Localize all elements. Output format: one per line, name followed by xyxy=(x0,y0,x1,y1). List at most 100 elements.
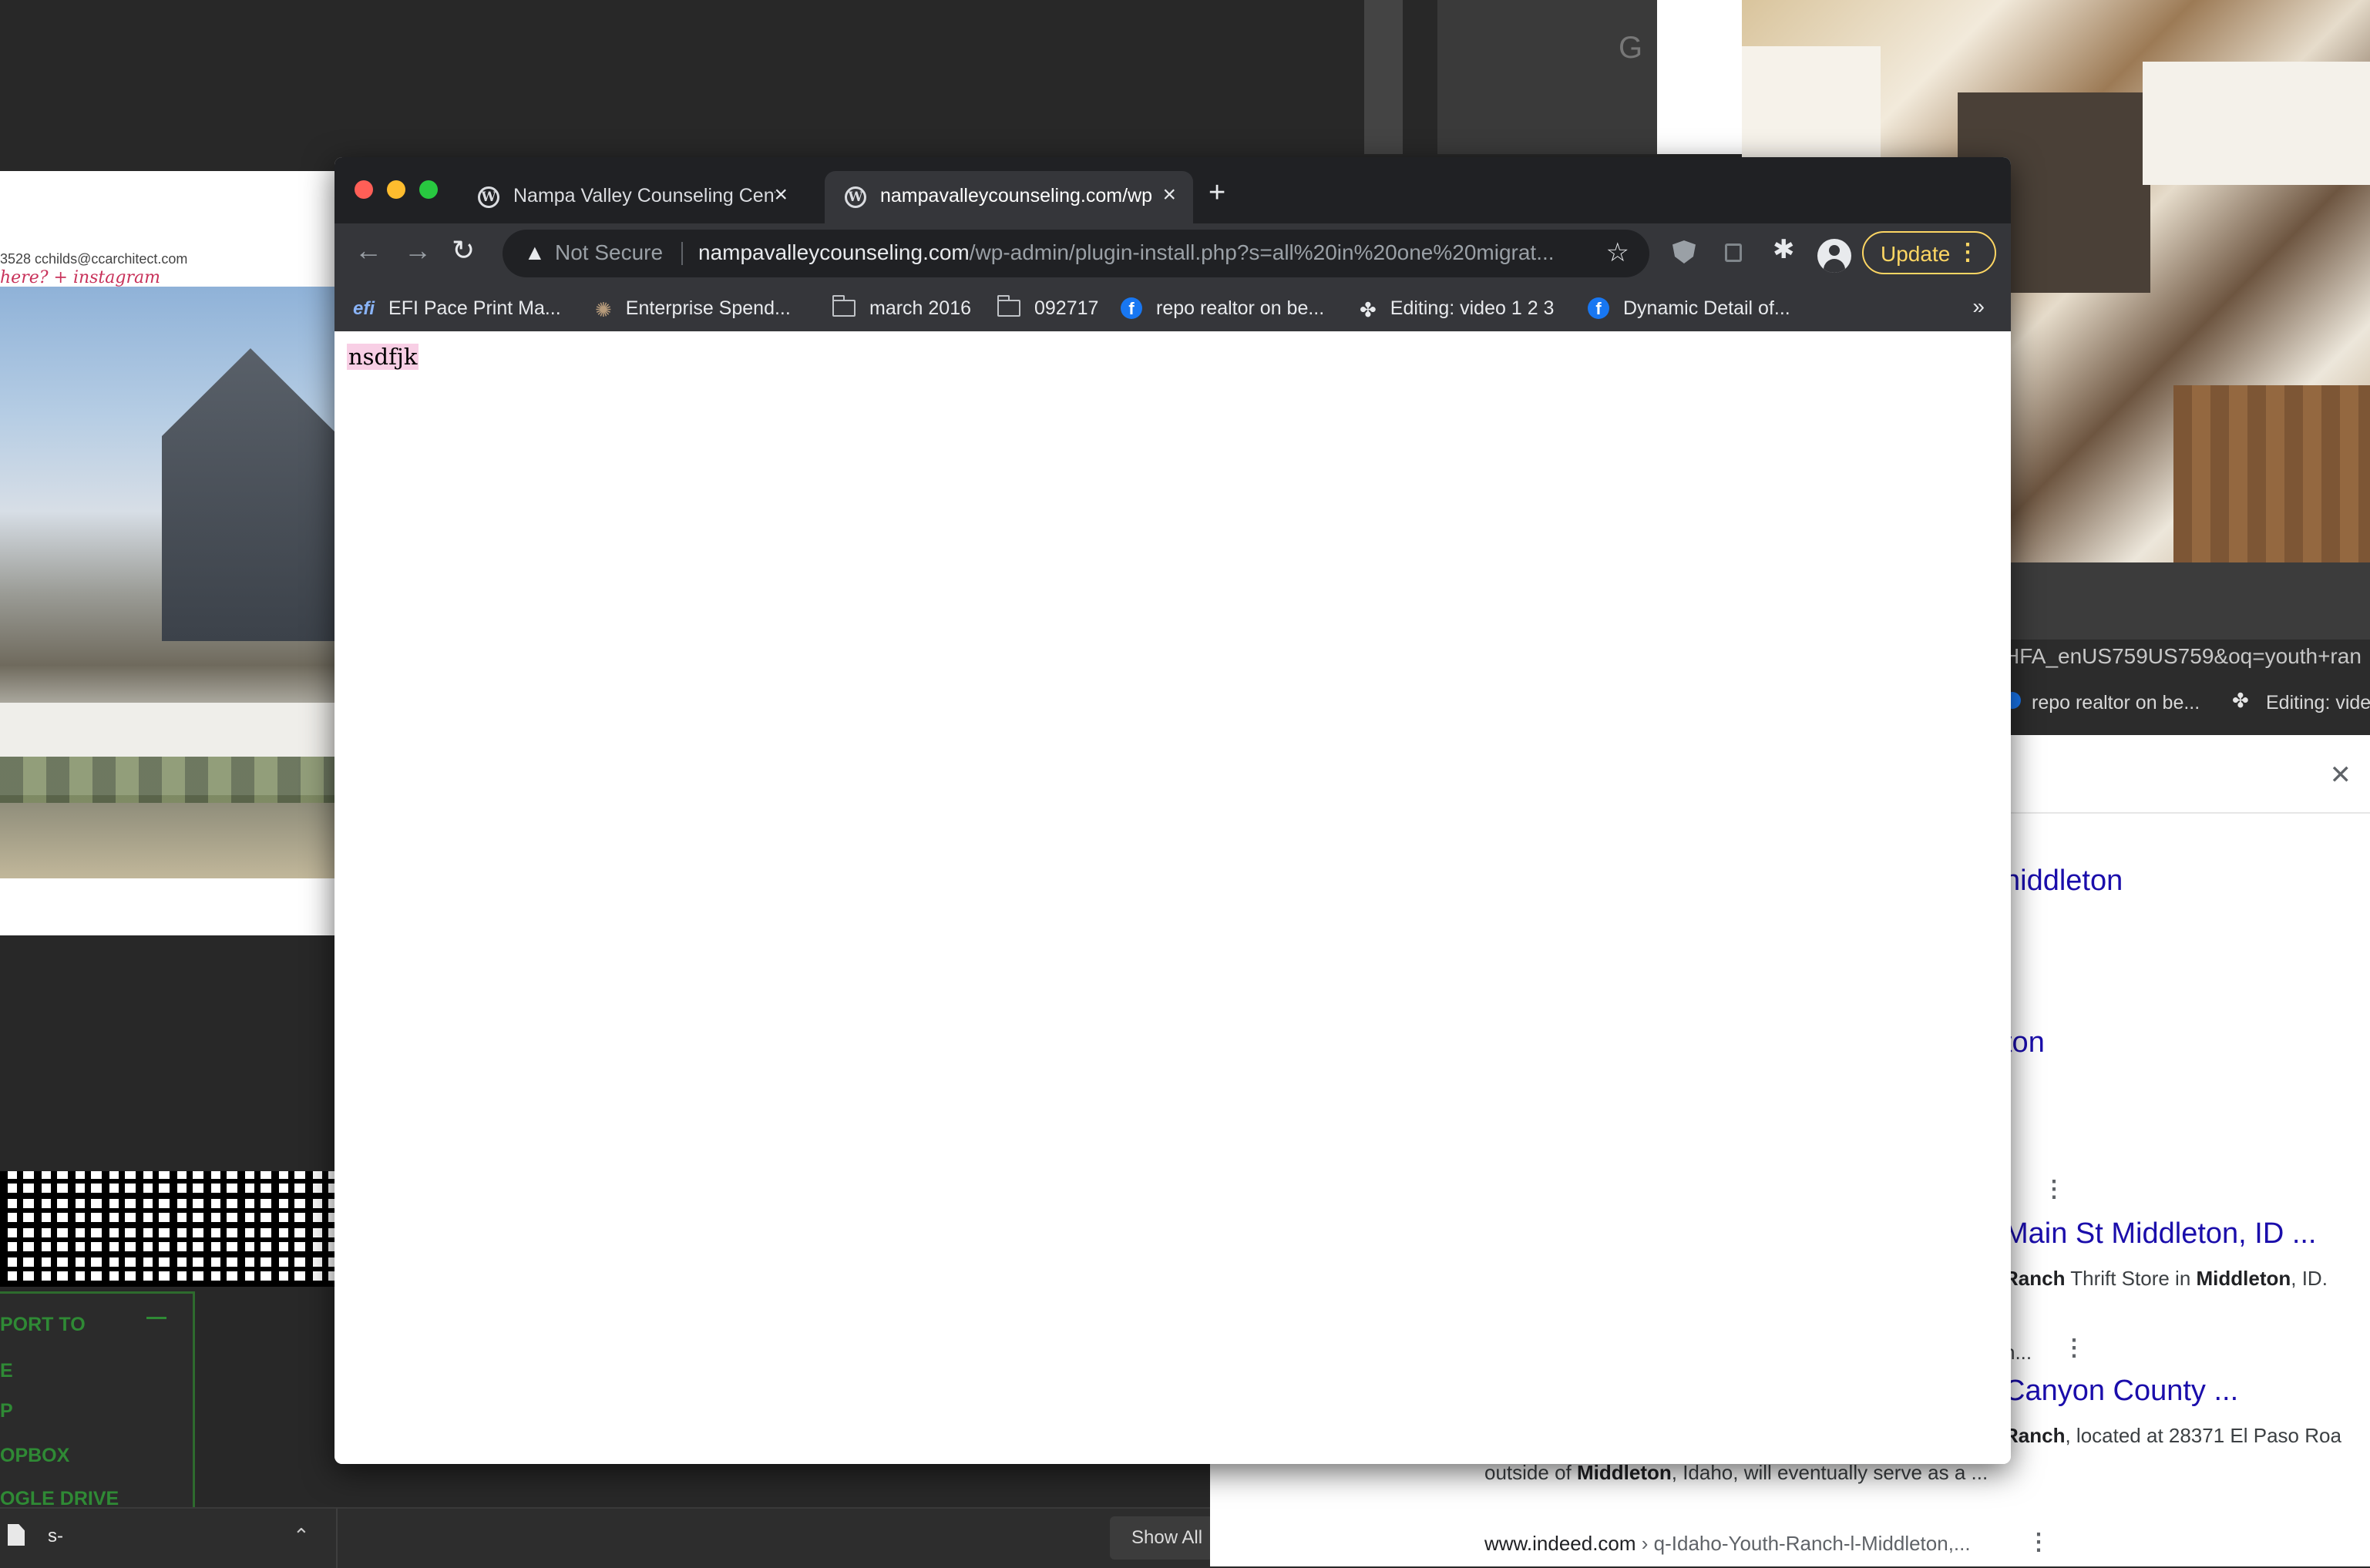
address-bar[interactable]: ▲ Not Secure nampavalleycounseling.com/w… xyxy=(503,230,1649,277)
bookmark-folder-march-2016[interactable]: march 2016 xyxy=(832,285,971,331)
reload-icon[interactable]: ↻ xyxy=(452,234,475,267)
security-status[interactable]: Not Secure xyxy=(555,240,663,265)
new-tab-button[interactable]: + xyxy=(1209,177,1225,208)
profile-avatar-icon[interactable] xyxy=(1817,239,1851,273)
snippet-text: , ID. xyxy=(2291,1267,2328,1290)
bookmark-repo-realtor[interactable]: f repo realtor on be... xyxy=(1121,285,1324,331)
background-bookmark-label: repo realtor on be... xyxy=(2032,692,2200,713)
menu-kebab-icon: ⋮ xyxy=(1956,240,1979,265)
cite-host: www.indeed.com xyxy=(1484,1532,1636,1555)
divider xyxy=(336,1509,338,1568)
bookmarks-bar: efi EFI Pace Print Ma... ✺ Enterprise Sp… xyxy=(334,285,2011,333)
result-snippet: Ranch, located at 28371 El Paso Roa xyxy=(2004,1424,2341,1448)
zoom-window-button[interactable] xyxy=(419,180,438,199)
tab-nampa-valley-counseling[interactable]: W Nampa Valley Counseling Cent × xyxy=(458,171,805,223)
collapse-icon[interactable] xyxy=(146,1317,166,1319)
efi-icon: efi xyxy=(353,298,375,319)
show-all-button[interactable]: Show All xyxy=(1110,1516,1214,1560)
browser-toolbar: ← → ↻ ▲ Not Secure nampavalleycounseling… xyxy=(334,223,2011,285)
copy-extension-icon[interactable] xyxy=(1725,243,1742,262)
export-header: PORT TO xyxy=(0,1314,86,1335)
folder-icon xyxy=(997,295,1020,317)
page-body-text: nsdfjk xyxy=(347,344,419,370)
bookmark-label: march 2016 xyxy=(869,297,972,319)
result-snippet: outside of Middleton, Idaho, will eventu… xyxy=(1484,1461,1988,1485)
gmail-window-thumbnail: G xyxy=(1437,0,1657,154)
bookmark-label: Editing: video 1 2 3 xyxy=(1390,297,1555,319)
result-link[interactable]: Main St Middleton, ID ... xyxy=(2004,1217,2317,1251)
tab-plugin-install[interactable]: W nampavalleycounseling.com/wp × xyxy=(825,171,1193,223)
close-icon[interactable]: ✕ xyxy=(2330,760,2352,791)
render-deck xyxy=(2173,385,2370,562)
page-content: nsdfjk xyxy=(334,331,2011,1464)
bookmark-dynamic-detail[interactable]: f Dynamic Detail of... xyxy=(1588,285,1790,331)
snippet-text: Thrift Store in xyxy=(2065,1267,2197,1290)
url-path: /wp-admin/plugin-install.php?s=all%20in%… xyxy=(969,240,1555,264)
file-icon xyxy=(8,1524,25,1546)
cite-path: › q-Idaho-Youth-Ranch-l-Middleton,... xyxy=(1635,1532,1971,1555)
bookmark-editing-video[interactable]: ✤ Editing: video 1 2 3 xyxy=(1360,285,1554,331)
render-terrace xyxy=(2143,62,2370,185)
snippet-text: , Idaho, will eventually serve as a ... xyxy=(1671,1461,1988,1484)
background-browser-bookmarks: repo realtor on be... ✤ Editing: vide xyxy=(2004,673,2370,735)
snippet-bold: Middleton xyxy=(2196,1267,2291,1290)
more-bookmarks-chevron-icon[interactable]: » xyxy=(1972,294,1985,319)
bookmark-label: 092717 xyxy=(1034,297,1099,319)
shield-extension-icon[interactable] xyxy=(1672,240,1696,264)
result-link[interactable]: niddleton xyxy=(2004,865,2123,898)
architect-contact: 3528 cchilds@ccarchitect.com xyxy=(0,251,188,267)
forward-icon[interactable]: → xyxy=(404,234,432,267)
snippet-bold: Ranch xyxy=(2004,1424,2066,1447)
update-button[interactable]: Update ⋮ xyxy=(1862,231,1996,274)
more-options-icon[interactable]: ⋮ xyxy=(2027,1529,2050,1556)
bookmark-label: Enterprise Spend... xyxy=(625,297,791,319)
snippet-text: , located at 28371 El Paso Roa xyxy=(2065,1424,2341,1447)
close-tab-icon[interactable]: × xyxy=(1162,182,1176,208)
back-icon[interactable]: ← xyxy=(355,234,382,267)
result-link[interactable]: Canyon County ... xyxy=(2004,1375,2238,1408)
extensions-puzzle-icon[interactable]: ✱ xyxy=(1773,234,1795,265)
background-window-strip xyxy=(1364,0,1403,154)
more-options-icon[interactable]: ⋮ xyxy=(2042,1176,2066,1203)
plants-row xyxy=(0,757,339,803)
background-bookmark-label: Editing: vide xyxy=(2266,692,2370,713)
warning-icon[interactable]: ▲ xyxy=(524,240,546,265)
bookmark-folder-092717[interactable]: 092717 xyxy=(997,285,1098,331)
download-bar: s- ⌃ Show All xyxy=(0,1507,1214,1568)
snippet-bold: Middleton xyxy=(1576,1461,1672,1484)
background-browser-url: HFA_enUS759US759&oq=youth+ran xyxy=(2004,640,2370,673)
minimize-window-button[interactable] xyxy=(387,180,405,199)
tab-title: nampavalleycounseling.com/wp xyxy=(880,185,1152,206)
facebook-icon: f xyxy=(1121,297,1142,319)
bookmark-efi-pace[interactable]: efi EFI Pace Print Ma... xyxy=(353,285,561,331)
bookmark-enterprise-spend[interactable]: ✺ Enterprise Spend... xyxy=(595,285,791,331)
chevron-up-icon[interactable]: ⌃ xyxy=(293,1524,310,1548)
download-item-name[interactable]: s- xyxy=(48,1526,63,1547)
update-label: Update xyxy=(1881,242,1951,266)
close-window-button[interactable] xyxy=(355,180,373,199)
export-panel: PORT TO E P OPBOX OGLE DRIVE xyxy=(0,1291,195,1512)
result-cite[interactable]: www.indeed.com › q-Idaho-Youth-Ranch-l-M… xyxy=(1484,1532,1971,1556)
folder-icon xyxy=(832,295,856,317)
tab-title: Nampa Valley Counseling Cent xyxy=(513,185,775,206)
background-document: 3528 cchilds@ccarchitect.com here? + ins… xyxy=(0,171,339,935)
handwritten-note: here? + instagram xyxy=(0,268,160,287)
close-tab-icon[interactable]: × xyxy=(774,182,788,208)
leaf-icon: ✤ xyxy=(1360,298,1377,321)
export-option-dropbox[interactable]: OPBOX xyxy=(0,1445,69,1467)
result-snippet: Ranch Thrift Store in Middleton, ID. xyxy=(2004,1267,2328,1291)
divider xyxy=(681,242,683,265)
qr-pattern xyxy=(0,1171,339,1287)
url-text[interactable]: nampavalleycounseling.com/wp-admin/plugi… xyxy=(698,240,1608,265)
bookmark-star-icon[interactable]: ☆ xyxy=(1606,237,1629,268)
export-option[interactable]: P xyxy=(0,1400,13,1422)
export-option[interactable]: E xyxy=(0,1360,13,1382)
wordpress-icon: W xyxy=(478,186,499,208)
more-options-icon[interactable]: ⋮ xyxy=(2062,1335,2086,1362)
browser-window: W Nampa Valley Counseling Cent × W nampa… xyxy=(334,157,2011,1464)
bookmark-label: EFI Pace Print Ma... xyxy=(388,297,561,319)
url-host: nampavalleycounseling.com xyxy=(698,240,970,264)
divider xyxy=(2004,812,2370,814)
leaf-icon: ✤ xyxy=(2232,689,2249,712)
snippet-text: outside of xyxy=(1484,1461,1577,1484)
